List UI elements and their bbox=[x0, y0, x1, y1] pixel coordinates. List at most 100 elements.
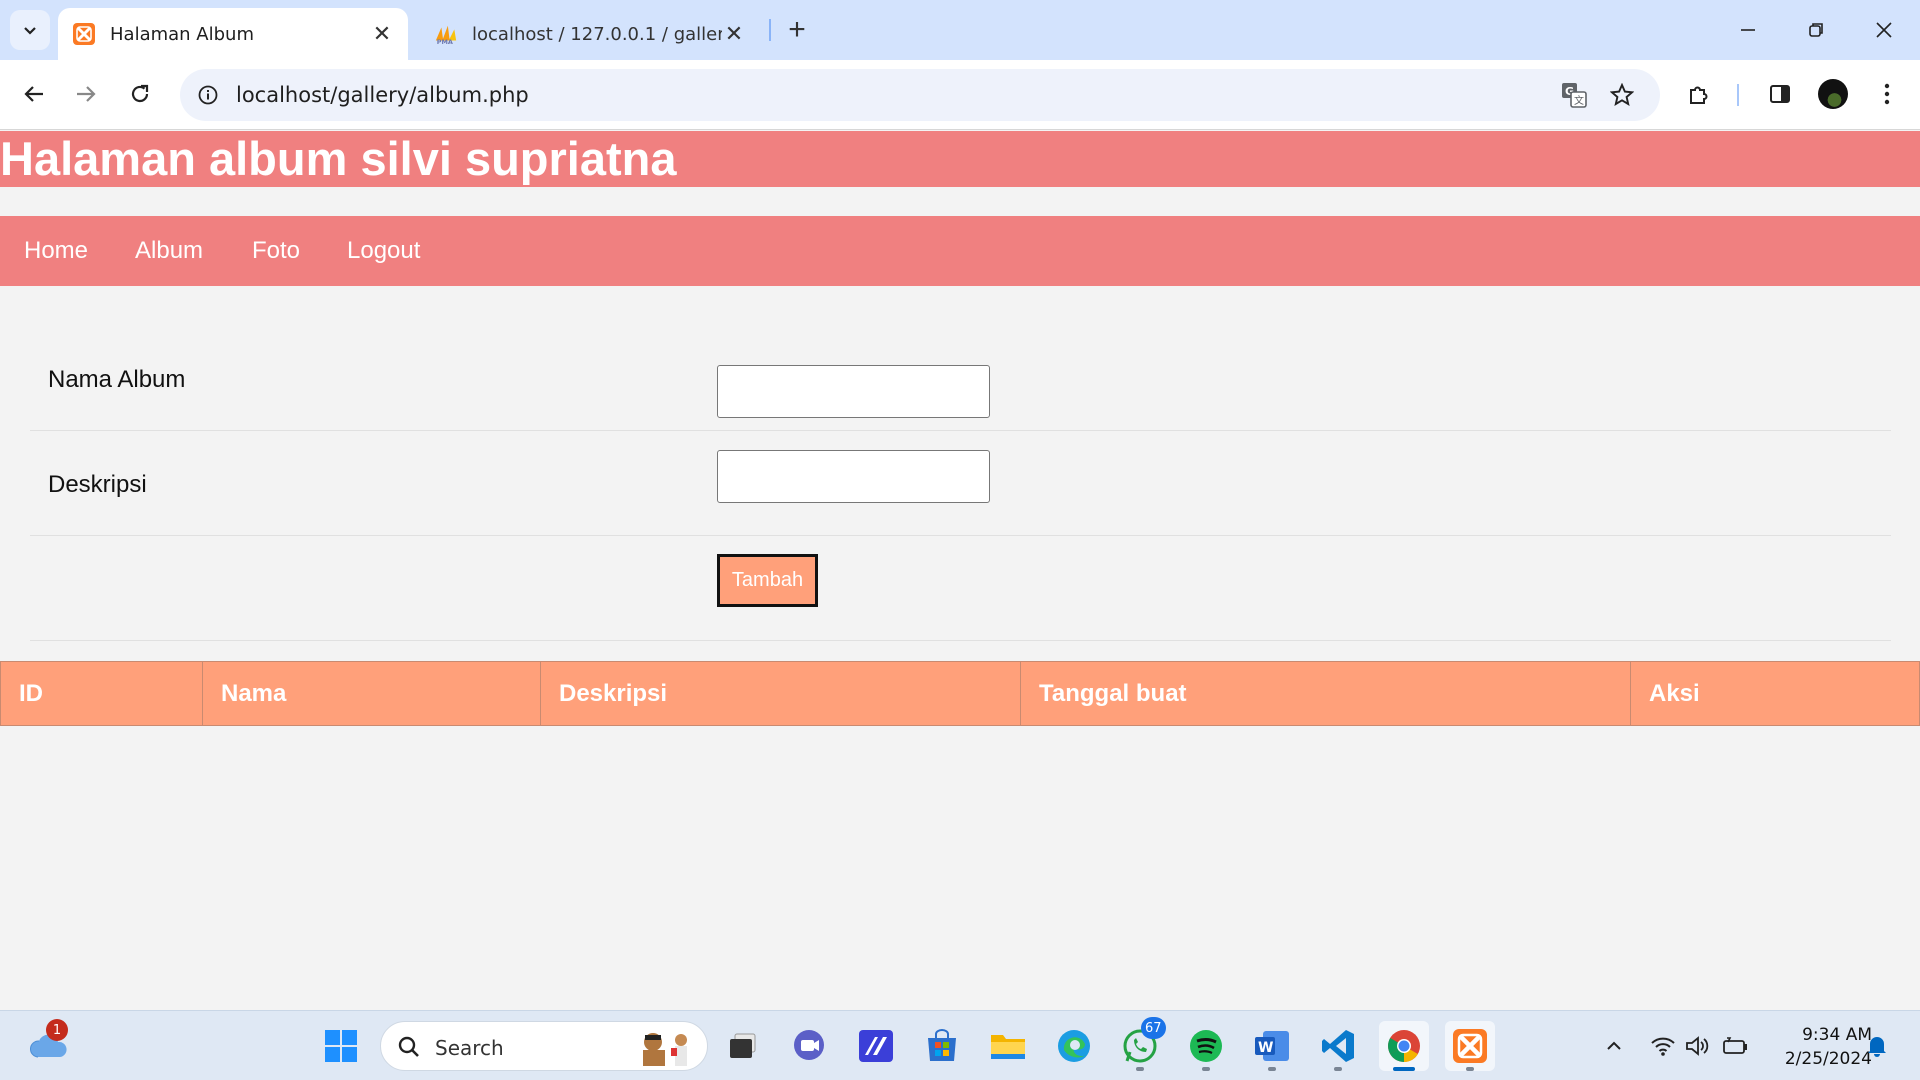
video-chat-icon bbox=[794, 1030, 824, 1060]
album-name-label: Nama Album bbox=[48, 366, 186, 393]
xampp-icon bbox=[72, 22, 96, 46]
reload-button[interactable] bbox=[120, 74, 160, 114]
nav-foto[interactable]: Foto bbox=[252, 236, 300, 266]
profile-button[interactable] bbox=[1813, 74, 1853, 114]
taskbar-clock[interactable]: 9:34 AM 2/25/2024 bbox=[1762, 1023, 1872, 1071]
taskbar-chrome[interactable] bbox=[1379, 1021, 1429, 1071]
taskbar-app-blue[interactable] bbox=[851, 1021, 901, 1071]
battery-icon bbox=[1723, 1037, 1747, 1054]
close-tab-icon[interactable]: ✕ bbox=[370, 22, 394, 47]
chevron-up-icon bbox=[1607, 1041, 1621, 1050]
running-indicator bbox=[1136, 1067, 1144, 1071]
windows-logo-icon bbox=[325, 1030, 357, 1062]
running-indicator bbox=[1466, 1067, 1474, 1071]
vscode-icon bbox=[1322, 1030, 1354, 1062]
url-text[interactable]: localhost/gallery/album.php bbox=[236, 83, 529, 107]
xampp-icon bbox=[1453, 1029, 1487, 1063]
puzzle-icon bbox=[1690, 86, 1708, 104]
side-panel-icon bbox=[1770, 85, 1790, 103]
tab-phpmyadmin[interactable]: PMA localhost / 127.0.0.1 / gallery / u … bbox=[420, 8, 760, 60]
avatar bbox=[1818, 79, 1848, 109]
form-row-submit: Tambah bbox=[30, 536, 1891, 641]
column-header-name: Nama bbox=[203, 662, 541, 725]
svg-text:PMA: PMA bbox=[437, 38, 453, 45]
minimize-button[interactable] bbox=[1726, 10, 1770, 50]
menu-button[interactable] bbox=[1867, 74, 1907, 114]
app-icon bbox=[859, 1030, 893, 1062]
svg-text:W: W bbox=[1258, 1040, 1273, 1056]
running-indicator bbox=[1334, 1067, 1342, 1071]
taskbar-file-explorer[interactable] bbox=[983, 1021, 1033, 1071]
description-input[interactable] bbox=[717, 450, 990, 503]
site-info-icon[interactable] bbox=[190, 77, 226, 113]
running-indicator bbox=[1202, 1067, 1210, 1071]
search-icon bbox=[398, 1036, 419, 1057]
clock-date: 2/25/2024 bbox=[1784, 1049, 1872, 1069]
tab-halaman-album[interactable]: Halaman Album ✕ bbox=[58, 8, 408, 60]
notifications-button[interactable] bbox=[1862, 1031, 1892, 1061]
close-window-button[interactable] bbox=[1862, 10, 1906, 50]
speaker-icon bbox=[1686, 1036, 1709, 1056]
address-bar[interactable]: localhost/gallery/album.php G文 bbox=[180, 69, 1660, 121]
extensions-button[interactable] bbox=[1679, 74, 1719, 114]
restore-button[interactable] bbox=[1794, 10, 1838, 50]
reload-icon bbox=[131, 84, 149, 103]
taskbar-whatsapp[interactable]: 67 bbox=[1115, 1017, 1166, 1071]
close-tab-icon[interactable]: ✕ bbox=[722, 22, 746, 47]
forward-button[interactable] bbox=[66, 74, 106, 114]
translate-icon[interactable]: G文 bbox=[1556, 77, 1592, 113]
taskbar-word[interactable]: W bbox=[1247, 1021, 1297, 1071]
search-highlight-icon bbox=[643, 1033, 687, 1066]
weather-widget[interactable]: 1 bbox=[24, 1019, 74, 1071]
tab-title: localhost / 127.0.0.1 / gallery / u bbox=[472, 23, 722, 45]
album-name-input[interactable] bbox=[717, 365, 990, 418]
running-indicator bbox=[1393, 1067, 1415, 1071]
chevron-down-icon bbox=[24, 27, 36, 35]
column-header-id: ID bbox=[1, 662, 203, 725]
taskbar-meet[interactable] bbox=[785, 1021, 835, 1071]
add-album-button[interactable]: Tambah bbox=[717, 554, 818, 607]
page-title: Halaman album silvi supriatna bbox=[0, 132, 677, 185]
tab-title: Halaman Album bbox=[110, 23, 254, 45]
tab-divider bbox=[769, 19, 771, 41]
toolbar-divider bbox=[1737, 84, 1739, 106]
form-row-description: Deskripsi bbox=[30, 431, 1891, 536]
album-table-header: ID Nama Deskripsi Tanggal buat Aksi bbox=[0, 661, 1920, 726]
whatsapp-badge: 67 bbox=[1141, 1017, 1166, 1039]
svg-text:文: 文 bbox=[1574, 94, 1584, 107]
nav-logout[interactable]: Logout bbox=[347, 236, 420, 266]
side-panel-button[interactable] bbox=[1760, 74, 1800, 114]
nav-home[interactable]: Home bbox=[24, 236, 88, 266]
description-label: Deskripsi bbox=[48, 471, 147, 498]
column-header-action: Aksi bbox=[1649, 680, 1700, 707]
spotify-icon bbox=[1190, 1030, 1222, 1062]
taskbar-search[interactable]: Search bbox=[380, 1021, 708, 1071]
volume-button[interactable] bbox=[1682, 1031, 1712, 1061]
taskbar-edge[interactable] bbox=[1049, 1021, 1099, 1071]
new-tab-button[interactable]: + bbox=[781, 13, 813, 46]
taskbar-spotify[interactable] bbox=[1181, 1021, 1231, 1071]
taskbar-xampp[interactable] bbox=[1445, 1021, 1495, 1071]
nav-album[interactable]: Album bbox=[135, 236, 203, 266]
arrow-right-icon bbox=[77, 86, 96, 102]
column-header-description: Deskripsi bbox=[541, 662, 1021, 725]
word-icon: W bbox=[1255, 1031, 1289, 1061]
show-hidden-icons-button[interactable] bbox=[1599, 1031, 1629, 1061]
bookmark-star-icon[interactable] bbox=[1604, 77, 1640, 113]
start-button[interactable] bbox=[316, 1021, 366, 1071]
taskbar-vscode[interactable] bbox=[1313, 1021, 1363, 1071]
form-row-album-name: Nama Album bbox=[30, 326, 1891, 431]
browser-toolbar: localhost/gallery/album.php G文 bbox=[0, 60, 1920, 130]
battery-button[interactable] bbox=[1720, 1031, 1750, 1061]
arrow-left-icon bbox=[24, 86, 43, 102]
network-button[interactable] bbox=[1648, 1031, 1678, 1061]
page-header: Halaman album silvi supriatna bbox=[0, 131, 1920, 187]
bell-icon bbox=[1868, 1037, 1886, 1057]
page-content: Halaman album silvi supriatna Home Album… bbox=[0, 131, 1920, 1010]
taskbar-task-view[interactable] bbox=[718, 1021, 768, 1071]
tab-search-button[interactable] bbox=[10, 10, 50, 50]
search-placeholder: Search bbox=[435, 1036, 504, 1060]
taskbar-ms-store[interactable] bbox=[917, 1021, 967, 1071]
back-button[interactable] bbox=[14, 74, 54, 114]
phpmyadmin-icon: PMA bbox=[434, 22, 458, 46]
